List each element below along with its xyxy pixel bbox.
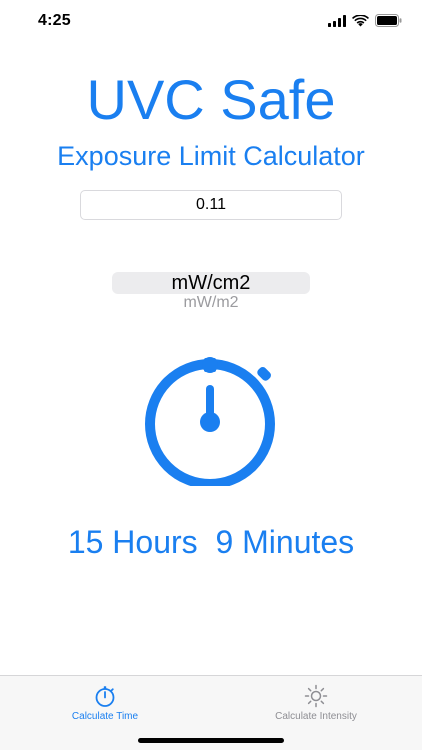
exposure-result: 15 Hours 9 Minutes <box>67 524 355 560</box>
unit-picker-option[interactable]: mW/m2 <box>112 294 310 312</box>
home-indicator[interactable] <box>138 738 284 743</box>
sun-icon <box>304 684 328 708</box>
status-time: 4:25 <box>38 12 71 29</box>
status-bar: 4:25 <box>0 0 422 44</box>
stopwatch-icon <box>145 357 275 486</box>
app-title: UVC Safe <box>86 68 336 131</box>
unit-picker[interactable]: mW/cm2 mW/m2 <box>112 272 310 312</box>
tab-calculate-time-label: Calculate Time <box>71 711 139 722</box>
status-icons <box>328 14 402 27</box>
stopwatch-icon <box>95 686 115 707</box>
signal-icon <box>328 14 346 27</box>
app-subtitle: Exposure Limit Calculator <box>57 141 365 171</box>
tab-calculate-intensity[interactable]: Calculate Intensity <box>236 684 396 724</box>
battery-icon <box>375 14 402 27</box>
unit-picker-selected[interactable]: mW/cm2 <box>112 272 310 294</box>
intensity-input[interactable] <box>80 190 342 220</box>
tab-calculate-intensity-label: Calculate Intensity <box>275 711 357 722</box>
wifi-icon <box>352 14 369 26</box>
app-screen: 4:25 UVC Safe Exposure Limit Calculator … <box>0 0 422 750</box>
tab-calculate-time[interactable]: Calculate Time <box>25 684 185 724</box>
